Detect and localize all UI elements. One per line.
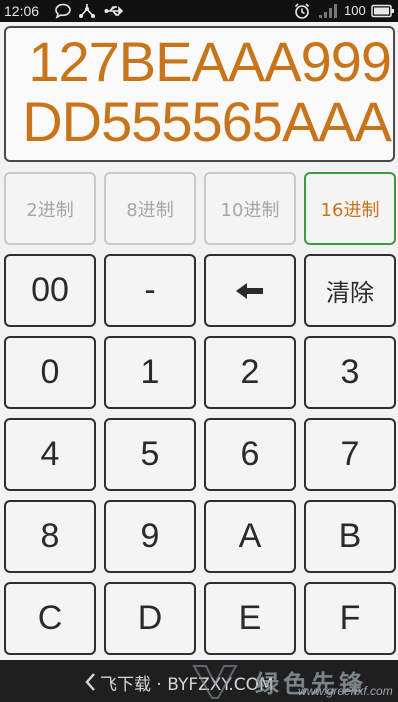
- arrow-left-icon: [234, 280, 266, 302]
- result-display: 127BEAAA999DD555565AAA: [4, 26, 395, 162]
- key-3[interactable]: 3: [304, 336, 396, 409]
- key-6[interactable]: 6: [204, 418, 296, 491]
- battery-icon: [371, 2, 395, 20]
- tab-binary[interactable]: 2进制: [4, 172, 96, 245]
- display-value: 127BEAAA999DD555565AAA: [22, 30, 392, 153]
- watermark-text: 飞下载 · BYFZXY.COM: [100, 675, 274, 695]
- key-2[interactable]: 2: [204, 336, 296, 409]
- key-double-zero[interactable]: 00: [4, 254, 96, 327]
- key-1[interactable]: 1: [104, 336, 196, 409]
- watermark-bar: 飞下载 · BYFZXY.COM 绿色先锋 www.greenxf.com: [0, 660, 398, 702]
- key-4[interactable]: 4: [4, 418, 96, 491]
- share-icon: [78, 2, 96, 20]
- chat-bubble-icon: [54, 2, 72, 20]
- key-c[interactable]: C: [4, 582, 96, 655]
- tab-decimal[interactable]: 10进制: [204, 172, 296, 245]
- key-7[interactable]: 7: [304, 418, 396, 491]
- key-a[interactable]: A: [204, 500, 296, 573]
- clear-button[interactable]: 清除: [304, 254, 396, 327]
- status-time: 12:06: [4, 3, 40, 19]
- key-9[interactable]: 9: [104, 500, 196, 573]
- key-5[interactable]: 5: [104, 418, 196, 491]
- tab-octal[interactable]: 8进制: [104, 172, 196, 245]
- watermark-url: www.greenxf.com: [298, 684, 393, 698]
- chevron-left-icon: [84, 672, 96, 692]
- battery-percent: 100: [344, 3, 366, 18]
- key-b[interactable]: B: [304, 500, 396, 573]
- tab-hexadecimal[interactable]: 16进制: [304, 172, 396, 245]
- watermark-v-logo-icon: [192, 662, 238, 700]
- alarm-icon: [293, 2, 311, 20]
- key-minus[interactable]: -: [104, 254, 196, 327]
- status-bar: 12:06 100: [0, 0, 398, 22]
- key-d[interactable]: D: [104, 582, 196, 655]
- key-0[interactable]: 0: [4, 336, 96, 409]
- key-8[interactable]: 8: [4, 500, 96, 573]
- signal-icon: [318, 2, 338, 20]
- key-e[interactable]: E: [204, 582, 296, 655]
- usb-icon: [104, 2, 126, 20]
- key-f[interactable]: F: [304, 582, 396, 655]
- backspace-button[interactable]: [204, 254, 296, 327]
